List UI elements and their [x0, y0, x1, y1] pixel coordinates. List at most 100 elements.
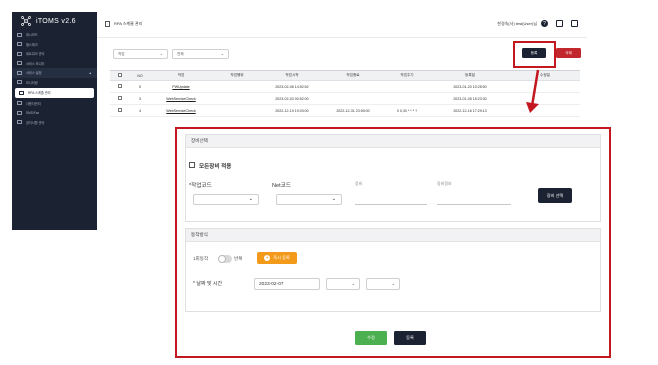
row-end — [322, 92, 384, 105]
equip-section-title: 장비선택 — [186, 135, 600, 148]
col-action: 작업행위 — [212, 70, 262, 81]
row-registered: 2023-01-20 10:25:50 — [430, 80, 510, 93]
sidebar-item-network[interactable]: 네트워크 관리 — [12, 49, 97, 59]
app-title: iTOMS v2.6 — [36, 17, 76, 25]
minute-select[interactable]: ⌄ — [366, 278, 400, 290]
table-row[interactable]: 3 WebServiceCheck 2023-02-03 00:52:00 20… — [110, 92, 580, 105]
row-cycle — [384, 92, 430, 105]
chevron-down-icon: ⌄ — [248, 196, 253, 202]
row-select-cell[interactable] — [110, 92, 130, 105]
heart-icon — [17, 42, 22, 47]
type-select[interactable]: 작업 ⌄ — [113, 49, 168, 59]
sidebar-item-monitoring[interactable]: 모니터링 — [12, 78, 97, 88]
network-logo-icon — [21, 16, 31, 26]
col-job: 작업 — [150, 70, 212, 81]
row-end — [322, 80, 384, 93]
bell-icon — [17, 120, 22, 125]
callout-arrow-icon — [526, 69, 540, 113]
row-start: 2023-02-06 14:52:52 — [262, 80, 322, 93]
zoomed-register-form: 장비선택 동작방식 — [175, 127, 611, 358]
row-checkbox[interactable] — [118, 84, 122, 88]
chevron-down-icon: ⌄ — [351, 281, 355, 286]
user-name: 한경숙(사) test(User)님 — [497, 21, 537, 26]
date-input[interactable]: 2023-02-07 — [254, 278, 320, 290]
chevron-down-icon: ⌄ — [220, 51, 224, 56]
sidebar-item-healthcheck[interactable]: 헬스체크 — [12, 40, 97, 50]
row-job-link[interactable]: WebServiceCheck — [150, 92, 212, 105]
apply-all-checkbox[interactable] — [189, 162, 195, 168]
row-registered: 2023-01-05 15:23:30 — [430, 92, 510, 105]
row-action — [212, 80, 262, 93]
row-checkbox[interactable] — [118, 96, 122, 100]
status-select[interactable]: 전체 ⌄ — [172, 49, 229, 59]
submit-register-button[interactable]: 등록 — [394, 331, 426, 345]
logout-icon[interactable] — [571, 20, 578, 27]
net-code-label: Net코드 — [272, 183, 291, 189]
row-end: 2022-12-31 23:59:00 — [322, 104, 384, 117]
job-code-select[interactable]: ⌄ — [193, 194, 259, 205]
col-no: NO — [130, 70, 150, 81]
page-title: RPA 스케줄 관리 — [105, 21, 142, 27]
row-select-cell[interactable] — [110, 104, 130, 117]
datetime-label: * 날짜 및 시간 — [193, 281, 223, 287]
register-button[interactable]: 등록 — [522, 48, 546, 58]
row-job-link[interactable]: PWUpdate — [150, 80, 212, 93]
row-no: 3 — [130, 92, 150, 105]
sidebar-item-rpa-schedule[interactable]: RPA 스케줄 관리 — [15, 88, 94, 98]
row-start: 2022-12-19 19:03:00 — [262, 104, 322, 117]
col-start: 작업시작 — [262, 70, 322, 81]
sidebar: iTOMS v2.6 대시보드 헬스체크 네트워크 관리 서비스 모니터 서비스… — [12, 12, 97, 230]
equip-select-button[interactable]: 장비 선택 — [538, 188, 572, 203]
message-icon — [17, 110, 22, 115]
net-code-select[interactable]: ⌄ — [276, 194, 342, 205]
equip-field[interactable] — [355, 204, 427, 205]
apply-all-label: 모든장비 적용 — [199, 164, 232, 170]
row-registered: 2022-12-16 17:29:13 — [430, 104, 510, 117]
row-action — [212, 104, 262, 117]
repeat-toggle[interactable] — [218, 255, 232, 263]
chevron-down-icon: ⌄ — [159, 51, 163, 56]
delete-button[interactable]: 삭제 — [556, 48, 581, 58]
col-end: 작업종료 — [322, 70, 384, 81]
row-select-cell[interactable] — [110, 80, 130, 93]
once-label: 1회동작 — [193, 256, 209, 261]
chevron-down-icon: ⌄ — [391, 281, 395, 286]
sidebar-item-sms-fax[interactable]: SMS/Fax — [12, 108, 97, 118]
select-all-cell[interactable] — [110, 70, 130, 81]
table-row[interactable]: 4 WebServiceCheck 2022-12-19 19:03:00 20… — [110, 104, 580, 117]
sidebar-item-notice[interactable]: 공지사항 관리 — [12, 118, 97, 128]
row-modified — [510, 80, 580, 93]
table-header-row: NO 작업 작업행위 작업시작 작업종료 작업주기 등록일 수정일 — [110, 70, 580, 81]
run-now-button[interactable]: + 즉시 등록 — [257, 252, 297, 264]
select-all-checkbox[interactable] — [118, 73, 122, 77]
row-cycle: 0 0,30 * * * ? — [384, 104, 430, 117]
modify-button[interactable]: 수정 — [355, 331, 387, 345]
question-circle-icon[interactable]: ? — [541, 20, 548, 27]
sidebar-group-service-settings[interactable]: 서비스 설정 ▲ — [12, 68, 97, 78]
chevron-up-icon: ▲ — [88, 70, 92, 75]
toggle-knob — [218, 255, 226, 263]
repeat-label: 반복 — [234, 256, 243, 261]
row-checkbox[interactable] — [118, 108, 122, 112]
top-header: RPA 스케줄 관리 한경숙(사) test(User)님 ? — [97, 12, 587, 38]
col-modified: 수정일 — [510, 70, 580, 81]
row-modified — [510, 104, 580, 117]
equip-info-label: 장비정보 — [437, 181, 452, 186]
job-code-label: *작업코드 — [189, 183, 212, 189]
sidebar-item-dashboard[interactable]: 대시보드 — [12, 30, 97, 40]
row-action — [212, 92, 262, 105]
method-section-title: 동작방식 — [186, 229, 600, 242]
table-row[interactable]: 5 PWUpdate 2023-02-06 14:52:52 2023-01-2… — [110, 80, 580, 93]
network-icon — [17, 51, 22, 56]
sidebar-item-service-monitor[interactable]: 서비스 모니터 — [12, 59, 97, 69]
row-no: 5 — [130, 80, 150, 93]
display-icon — [17, 80, 22, 85]
row-job-link[interactable]: WebServiceCheck — [150, 104, 212, 117]
equip-info-field[interactable] — [437, 204, 511, 205]
sidebar-item-users[interactable]: 사용자관리 — [12, 99, 97, 109]
row-start: 2023-02-03 00:52:00 — [262, 92, 322, 105]
hour-select[interactable]: ⌄ — [326, 278, 360, 290]
user-settings-icon[interactable] — [556, 20, 563, 27]
gear-icon — [17, 70, 22, 75]
row-no: 4 — [130, 104, 150, 117]
